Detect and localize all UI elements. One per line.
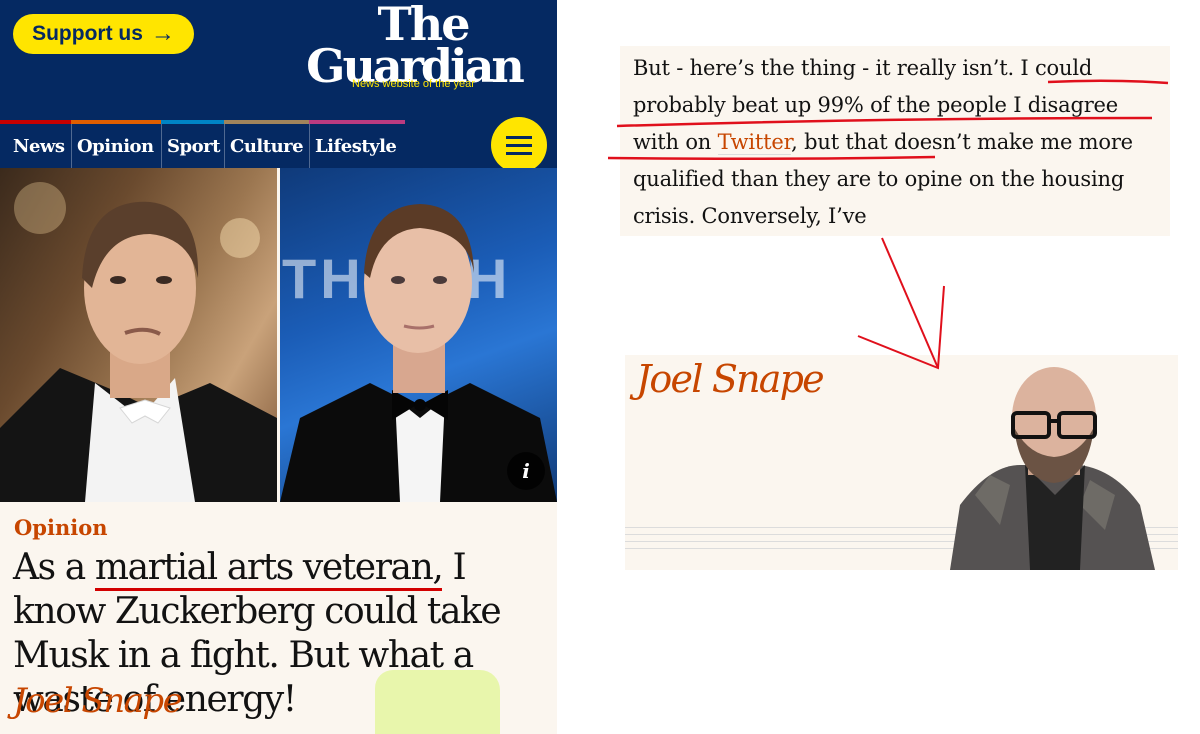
nav-item-culture[interactable]: Culture (224, 124, 304, 168)
pillar-color-lifestyle (309, 120, 405, 124)
highlight-smudge (375, 670, 500, 734)
article-excerpt: But - here’s the thing - it really isn’t… (620, 46, 1170, 236)
masthead: Support us → The Guardian News website o… (0, 0, 557, 120)
author-name[interactable]: Joel Snape (636, 357, 825, 401)
support-us-button[interactable]: Support us → (13, 14, 194, 54)
musk-photo (0, 168, 277, 502)
support-us-label: Support us (32, 22, 143, 45)
pillar-nav: News Opinion Sport Culture Lifestyle (0, 120, 557, 168)
image-info-button[interactable]: i (507, 452, 545, 490)
nav-label: Lifestyle (315, 135, 397, 157)
zuckerberg-photo: THE SH (280, 168, 557, 502)
pillar-color-culture (224, 120, 309, 124)
hero-image: THE SH (0, 168, 557, 502)
guardian-article-screenshot: Support us → The Guardian News website o… (0, 0, 557, 734)
headline-underlined-phrase: martial arts veteran, (94, 547, 444, 591)
nav-label: News (13, 135, 65, 157)
arrow-right-icon: → (150, 20, 175, 47)
logo-tagline: News website of the year (352, 78, 475, 90)
twitter-link[interactable]: Twitter (717, 130, 791, 155)
nav-item-opinion[interactable]: Opinion (71, 124, 154, 168)
headline-text-start: As a (13, 547, 95, 588)
nav-item-lifestyle[interactable]: Lifestyle (309, 124, 397, 168)
nav-label: Opinion (77, 135, 154, 157)
excerpt-paragraph: But - here’s the thing - it really isn’t… (633, 50, 1163, 235)
author-portrait (950, 367, 1155, 570)
pillar-color-opinion (71, 120, 161, 124)
nav-label: Sport (167, 135, 220, 157)
section-kicker[interactable]: Opinion (14, 515, 107, 540)
nav-item-news[interactable]: News (8, 124, 65, 168)
author-profile-card: Joel Snape (625, 355, 1178, 570)
nav-label: Culture (230, 135, 304, 157)
hamburger-menu-icon[interactable] (491, 117, 547, 173)
pillar-color-bar (0, 120, 557, 125)
annotation-arrow-shaft (881, 237, 939, 369)
pillar-color-news (0, 120, 71, 124)
pillar-color-sport (161, 120, 224, 124)
article-byline[interactable]: Joel Snape (13, 681, 183, 721)
nav-item-sport[interactable]: Sport (161, 124, 220, 168)
